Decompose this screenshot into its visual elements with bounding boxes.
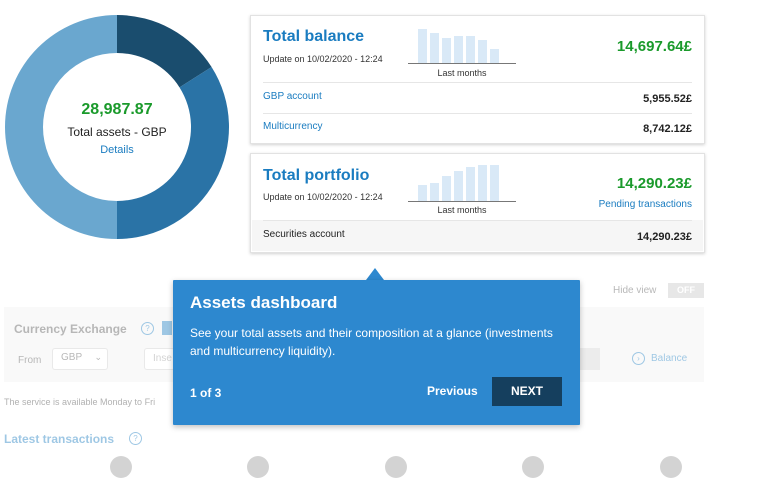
chevron-right-icon: › bbox=[632, 352, 645, 365]
total-balance-update: Update on 10/02/2020 - 12:24 bbox=[263, 54, 383, 64]
mini-chart-bar bbox=[454, 171, 463, 202]
gbp-account-link[interactable]: GBP account bbox=[263, 91, 322, 102]
mini-chart-bar bbox=[418, 185, 427, 202]
gbp-account-value: 5,955.52£ bbox=[643, 93, 692, 105]
separator bbox=[263, 82, 692, 83]
balance-chart-baseline bbox=[408, 63, 516, 64]
multicurrency-link[interactable]: Multicurrency bbox=[263, 121, 322, 132]
service-note: The service is available Monday to Fri bbox=[4, 397, 156, 407]
mini-chart-bar bbox=[442, 176, 451, 202]
assets-dashboard-tooltip: Assets dashboard See your total assets a… bbox=[173, 280, 580, 425]
currency-exchange-title: Currency Exchange bbox=[14, 322, 127, 336]
separator bbox=[263, 113, 692, 114]
insert-amount-placeholder: Inse bbox=[153, 353, 172, 364]
multicurrency-value: 8,742.12£ bbox=[643, 123, 692, 135]
balance-mini-chart bbox=[408, 24, 516, 64]
total-portfolio-card: Total portfolio Update on 10/02/2020 - 1… bbox=[250, 153, 705, 253]
separator bbox=[263, 220, 692, 221]
mini-chart-bar bbox=[478, 165, 487, 202]
total-balance-card: Total balance Update on 10/02/2020 - 12:… bbox=[250, 15, 705, 144]
securities-account-value: 14,290.23£ bbox=[636, 231, 692, 243]
total-assets-value: 28,987.87 bbox=[81, 101, 153, 118]
mini-chart-bar bbox=[442, 38, 451, 64]
total-portfolio-amount: 14,290.23£ bbox=[616, 175, 692, 192]
tooltip-body: See your total assets and their composit… bbox=[190, 326, 553, 358]
mini-chart-bar bbox=[466, 36, 475, 64]
transaction-icon bbox=[385, 456, 407, 478]
total-balance-amount: 14,697.64£ bbox=[616, 38, 692, 55]
from-currency-select[interactable]: GBP ⌄ bbox=[52, 348, 108, 370]
total-assets-label: Total assets - GBP bbox=[67, 125, 167, 139]
transaction-icon bbox=[110, 456, 132, 478]
mini-chart-bar bbox=[454, 36, 463, 64]
hide-view-label: Hide view bbox=[613, 285, 657, 296]
transaction-icon bbox=[522, 456, 544, 478]
total-balance-title: Total balance bbox=[263, 28, 365, 45]
total-portfolio-title: Total portfolio bbox=[263, 167, 370, 184]
mini-chart-bar bbox=[418, 29, 427, 64]
info-icon: ? bbox=[141, 322, 154, 335]
from-currency-value: GBP bbox=[61, 352, 83, 363]
securities-account-label: Securities account bbox=[263, 229, 345, 240]
previous-button[interactable]: Previous bbox=[427, 384, 478, 398]
pending-transactions-link[interactable]: Pending transactions bbox=[599, 199, 692, 210]
portfolio-mini-chart bbox=[408, 162, 516, 202]
insert-amount-input[interactable]: Inse bbox=[144, 348, 175, 370]
chevron-down-icon: ⌄ bbox=[94, 352, 102, 362]
portfolio-chart-caption: Last months bbox=[437, 205, 487, 215]
mini-chart-bar bbox=[490, 165, 499, 202]
transaction-icon bbox=[247, 456, 269, 478]
transaction-row-strip bbox=[0, 452, 762, 478]
tooltip-arrow bbox=[366, 268, 384, 280]
mini-chart-bar bbox=[466, 167, 475, 202]
transaction-icon bbox=[660, 456, 682, 478]
from-label: From bbox=[18, 355, 42, 366]
exchange-button[interactable] bbox=[580, 348, 600, 370]
portfolio-chart-baseline bbox=[408, 201, 516, 202]
details-link[interactable]: Details bbox=[4, 144, 230, 156]
mini-chart-bar bbox=[430, 183, 439, 202]
next-button[interactable]: NEXT bbox=[492, 377, 562, 406]
mini-chart-bar bbox=[478, 40, 487, 64]
tooltip-title: Assets dashboard bbox=[190, 293, 338, 312]
help-icon: ? bbox=[129, 432, 142, 445]
balance-chart-caption: Last months bbox=[437, 68, 487, 78]
donut-center: 28,987.87 Total assets - GBP Details bbox=[4, 14, 230, 240]
balance-link[interactable]: Balance bbox=[651, 353, 687, 364]
mini-chart-bar bbox=[490, 49, 499, 64]
tooltip-step-indicator: 1 of 3 bbox=[190, 386, 222, 400]
hide-view-toggle[interactable]: OFF bbox=[668, 283, 704, 298]
total-portfolio-update: Update on 10/02/2020 - 12:24 bbox=[263, 192, 383, 202]
mini-chart-bar bbox=[430, 33, 439, 64]
latest-transactions-title: Latest transactions bbox=[4, 432, 115, 446]
new-badge bbox=[162, 321, 172, 335]
